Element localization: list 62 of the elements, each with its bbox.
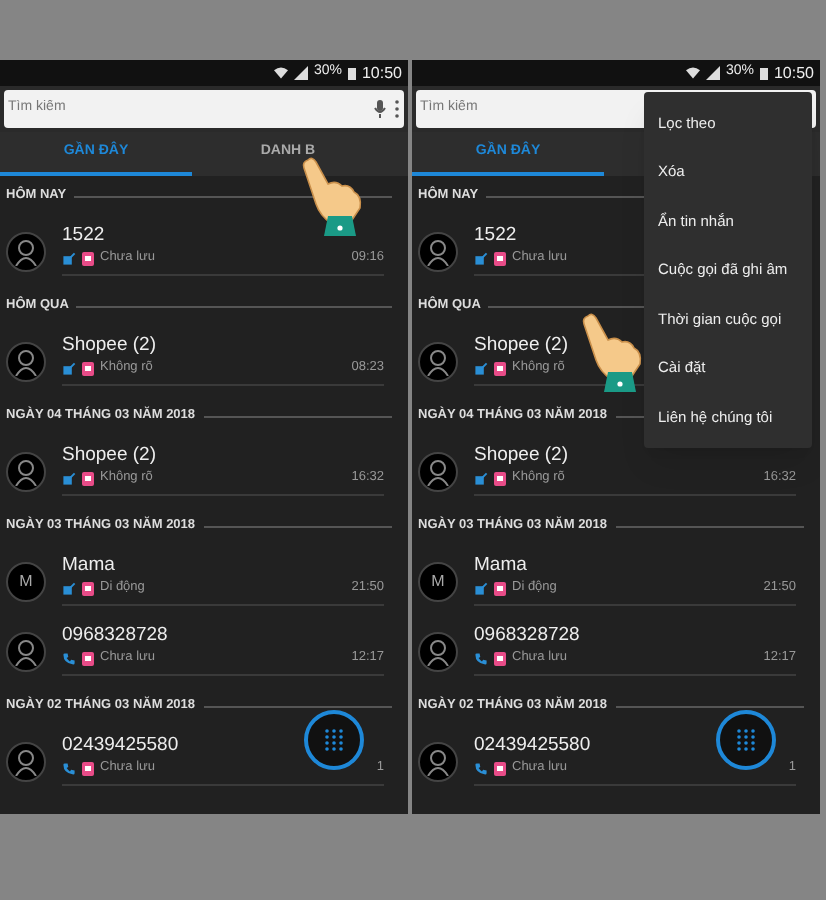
contact-name: 0968328728	[474, 625, 580, 645]
arrow-box-icon	[62, 251, 76, 266]
sim-icon	[82, 651, 94, 666]
contact-name: Shopee (2)	[62, 445, 157, 465]
sim-icon	[494, 581, 506, 596]
dialpad-button[interactable]	[716, 710, 776, 770]
phone-icon	[62, 761, 76, 776]
sim-icon	[494, 361, 506, 376]
arrow-box-icon	[62, 581, 76, 596]
clock-time: 10:50	[361, 61, 402, 85]
contact-avatar	[418, 631, 458, 671]
battery-icon	[759, 66, 768, 80]
sim-icon	[82, 361, 94, 376]
contact-name: 1522	[62, 225, 105, 245]
clock-time: 10:50	[773, 61, 814, 85]
more-options-icon[interactable]	[394, 100, 400, 118]
contact-name: Shopee (2)	[474, 335, 569, 355]
battery-icon	[347, 66, 356, 80]
arrow-box-icon	[62, 361, 76, 376]
signal-icon	[293, 66, 308, 80]
phone-icon	[62, 651, 76, 666]
contact-avatar	[6, 631, 46, 671]
contact-name: 1522	[474, 225, 517, 245]
sim-icon	[82, 471, 94, 486]
sim-icon	[82, 761, 94, 776]
dialpad-icon	[736, 728, 756, 752]
signal-icon	[705, 66, 720, 80]
phone-icon	[474, 651, 488, 666]
contact-avatar	[418, 231, 458, 271]
contact-avatar	[6, 231, 46, 271]
contact-avatar	[6, 451, 46, 491]
contact-name: Mama	[62, 555, 115, 575]
contact-avatar	[418, 341, 458, 381]
arrow-box-icon	[474, 471, 488, 486]
contact-name: 02439425580	[62, 735, 179, 755]
contact-avatar	[6, 741, 46, 781]
arrow-box-icon	[474, 581, 488, 596]
contact-avatar	[418, 741, 458, 781]
phone-icon	[474, 761, 488, 776]
arrow-box-icon	[474, 251, 488, 266]
contact-name: Shopee (2)	[474, 445, 569, 465]
contact-name: 0968328728	[62, 625, 168, 645]
contact-name: Mama	[474, 555, 527, 575]
contact-avatar: M	[6, 561, 46, 601]
microphone-icon[interactable]	[374, 100, 386, 118]
contact-name: 02439425580	[474, 735, 591, 755]
arrow-box-icon	[474, 361, 488, 376]
contact-avatar: M	[418, 561, 458, 601]
sim-icon	[494, 251, 506, 266]
sim-icon	[494, 471, 506, 486]
sim-icon	[494, 761, 506, 776]
dialpad-icon	[324, 728, 344, 752]
contact-name: Shopee (2)	[62, 335, 157, 355]
wifi-icon	[685, 66, 700, 80]
contact-avatar	[418, 451, 458, 491]
dialpad-button[interactable]	[304, 710, 364, 770]
sim-icon	[494, 651, 506, 666]
wifi-icon	[273, 66, 288, 80]
sim-icon	[82, 581, 94, 596]
contact-avatar	[6, 341, 46, 381]
sim-icon	[82, 251, 94, 266]
arrow-box-icon	[62, 471, 76, 486]
